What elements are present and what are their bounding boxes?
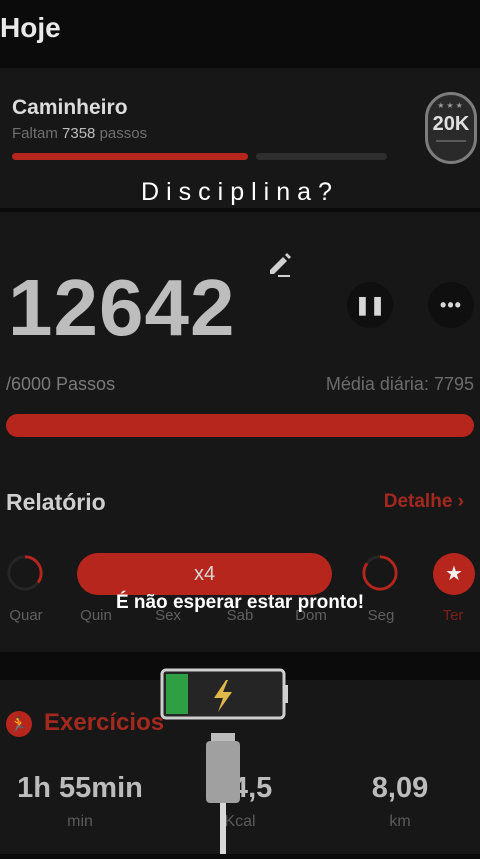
daily-average: Média diária: 7795 bbox=[325, 374, 474, 394]
charger-cable-icon bbox=[203, 733, 243, 854]
report-title: Relatório bbox=[6, 489, 106, 515]
chevron-right-icon: › bbox=[457, 491, 464, 512]
stat-unit: min bbox=[67, 813, 93, 830]
remaining-value: 7358 bbox=[62, 125, 96, 142]
edit-icon[interactable] bbox=[266, 250, 294, 278]
pause-button[interactable]: ❚❚ bbox=[347, 282, 393, 328]
badge-label: 20K bbox=[432, 113, 470, 135]
achievement-progress-fill bbox=[12, 153, 248, 160]
stat-value: 1h 55min bbox=[17, 772, 143, 804]
today-star-button[interactable]: ★ bbox=[433, 553, 475, 595]
day-progress-ring[interactable] bbox=[361, 554, 399, 592]
streak-pill[interactable]: x4 bbox=[77, 553, 332, 595]
remaining-prefix: Faltam bbox=[12, 125, 58, 142]
star-icon: ★ bbox=[445, 563, 463, 585]
more-button[interactable]: ••• bbox=[428, 282, 474, 328]
stat-duration: 1h 55min min bbox=[0, 772, 160, 831]
detail-link-label: Detalhe bbox=[383, 491, 453, 512]
battery-icon bbox=[160, 668, 288, 722]
overlay-title: Disciplina? bbox=[141, 178, 339, 206]
step-goal: /6000 Passos bbox=[6, 374, 116, 394]
achievement-title: Caminheiro bbox=[12, 96, 128, 119]
badge-base bbox=[436, 140, 466, 152]
step-count: 12642 bbox=[8, 263, 236, 352]
stat-value: 8,09 bbox=[371, 772, 429, 804]
page-title: Hoje bbox=[0, 12, 61, 43]
running-icon: 🏃 bbox=[6, 711, 32, 737]
detail-link[interactable]: Detalhe › bbox=[384, 491, 464, 513]
steps-progress-bar bbox=[6, 414, 474, 437]
day-progress-ring[interactable] bbox=[6, 554, 44, 592]
achievement-progress-track bbox=[256, 153, 387, 160]
pause-icon: ❚❚ bbox=[354, 295, 386, 315]
badge-20k[interactable]: ★★★ 20K bbox=[425, 92, 477, 164]
remaining-suffix: passos bbox=[99, 125, 148, 142]
badge-stars-icon: ★★★ bbox=[437, 101, 465, 110]
stat-unit: km bbox=[389, 813, 411, 830]
stat-distance: 8,09 km bbox=[320, 772, 480, 831]
exercises-title: Exercícios bbox=[44, 709, 165, 736]
more-icon: ••• bbox=[440, 295, 462, 315]
achievement-progress-bar bbox=[12, 153, 387, 160]
achievement-remaining: Faltam 7358 passos bbox=[12, 125, 147, 142]
overlay-caption: É não esperar estar pronto! bbox=[115, 592, 365, 613]
